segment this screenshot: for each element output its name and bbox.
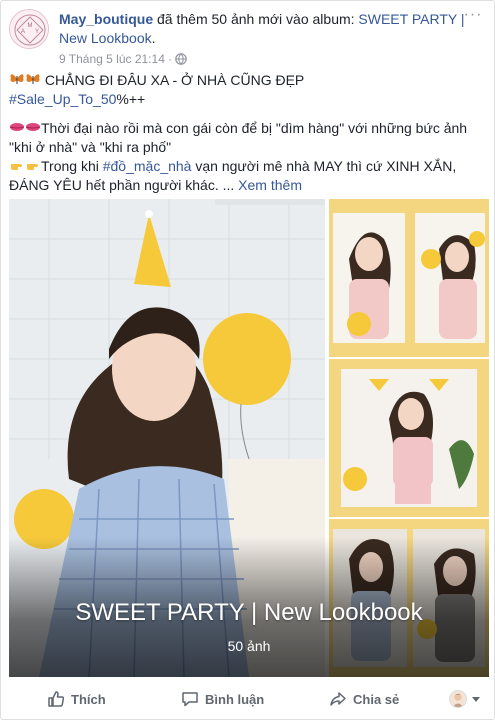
post-text: CHẲNG ĐI ĐÂU XA - Ở NHÀ CŨNG ĐẸP #Sale_U… bbox=[9, 71, 487, 195]
viewer-avatar-image bbox=[450, 691, 466, 707]
see-more-link[interactable]: Xem thêm bbox=[234, 177, 302, 193]
meta-separator: · bbox=[167, 52, 172, 66]
post-action-text: đã thêm 50 ảnh mới vào album: bbox=[153, 11, 359, 27]
album-photo-2[interactable] bbox=[329, 199, 489, 357]
svg-text:Y: Y bbox=[35, 29, 39, 35]
paragraph-2-text: Thời đại nào rồi mà con gái còn để bị "d… bbox=[9, 120, 468, 155]
share-label: Chia sẻ bbox=[353, 691, 400, 707]
post-paragraph-3: Trong khi #đồ_mặc_nhà vạn người mê nhà M… bbox=[9, 157, 487, 195]
album-photo-3[interactable] bbox=[329, 359, 489, 517]
share-button[interactable]: Chia sẻ bbox=[329, 685, 399, 713]
post-headline: May_boutique đã thêm 50 ảnh mới vào albu… bbox=[59, 10, 487, 48]
album-photo-count: 50 ảnh bbox=[227, 638, 271, 654]
lookbook-photo-image bbox=[329, 359, 489, 517]
author-name-link[interactable]: May_boutique bbox=[59, 11, 153, 27]
chevron-down-icon bbox=[472, 696, 480, 702]
post-headline-text: CHẲNG ĐI ĐÂU XA - Ở NHÀ CŨNG ĐẸP bbox=[44, 72, 305, 88]
svg-text:A: A bbox=[21, 29, 25, 35]
pointing-hand-emoji-icon bbox=[11, 164, 22, 170]
lips-emoji-icon bbox=[9, 123, 25, 131]
album-photo-grid: SWEET PARTY | New Lookbook 50 ảnh bbox=[9, 199, 489, 677]
svg-text:M: M bbox=[28, 23, 33, 29]
hashtag-suffix: %++ bbox=[116, 91, 146, 107]
comment-button[interactable]: Bình luận bbox=[181, 685, 264, 713]
comment-label: Bình luận bbox=[205, 691, 265, 707]
thumbs-up-icon bbox=[48, 691, 65, 707]
timestamp-link[interactable]: 9 Tháng 5 lúc 21:14 bbox=[59, 52, 165, 66]
globe-icon[interactable] bbox=[175, 53, 187, 65]
like-button[interactable]: Thích bbox=[47, 685, 106, 713]
comment-bubble-icon bbox=[182, 692, 198, 707]
lookbook-photo-image bbox=[329, 199, 489, 357]
butterfly-emoji-icon bbox=[26, 74, 40, 84]
post-line-1: CHẲNG ĐI ĐÂU XA - Ở NHÀ CŨNG ĐẸP bbox=[9, 71, 487, 90]
hashtag-sale-link[interactable]: #Sale_Up_To_50 bbox=[9, 91, 116, 107]
share-arrow-icon bbox=[330, 692, 346, 706]
like-label: Thích bbox=[71, 691, 106, 707]
post-paragraph-2: Thời đại nào rồi mà con gái còn để bị "d… bbox=[9, 119, 487, 157]
headline-period: . bbox=[151, 30, 156, 46]
post-options-menu-icon[interactable]: ··· bbox=[463, 7, 483, 25]
post-header: M A Y May_boutique đã thêm 50 ảnh mới và… bbox=[9, 7, 489, 69]
may-logo-icon: M A Y bbox=[10, 10, 48, 48]
album-title-link[interactable]: SWEET PARTY | New Lookbook bbox=[9, 599, 489, 627]
page-avatar[interactable]: M A Y bbox=[9, 9, 49, 49]
hashtag-homewear-link[interactable]: #đồ_mặc_nhà bbox=[103, 158, 192, 174]
post-action-bar: Thích Bình luận Chia sẻ bbox=[9, 685, 489, 713]
post-line-2: #Sale_Up_To_50%++ bbox=[9, 90, 487, 109]
post-meta: 9 Tháng 5 lúc 21:14 · bbox=[59, 51, 187, 67]
post-as-selector[interactable] bbox=[449, 689, 481, 709]
lips-emoji-icon bbox=[25, 123, 41, 131]
paragraph-3-before: Trong khi bbox=[41, 158, 103, 174]
facebook-post: M A Y May_boutique đã thêm 50 ảnh mới và… bbox=[0, 0, 495, 720]
viewer-avatar bbox=[449, 690, 467, 708]
pointing-hand-emoji-icon bbox=[27, 164, 38, 170]
butterfly-emoji-icon bbox=[10, 74, 24, 84]
